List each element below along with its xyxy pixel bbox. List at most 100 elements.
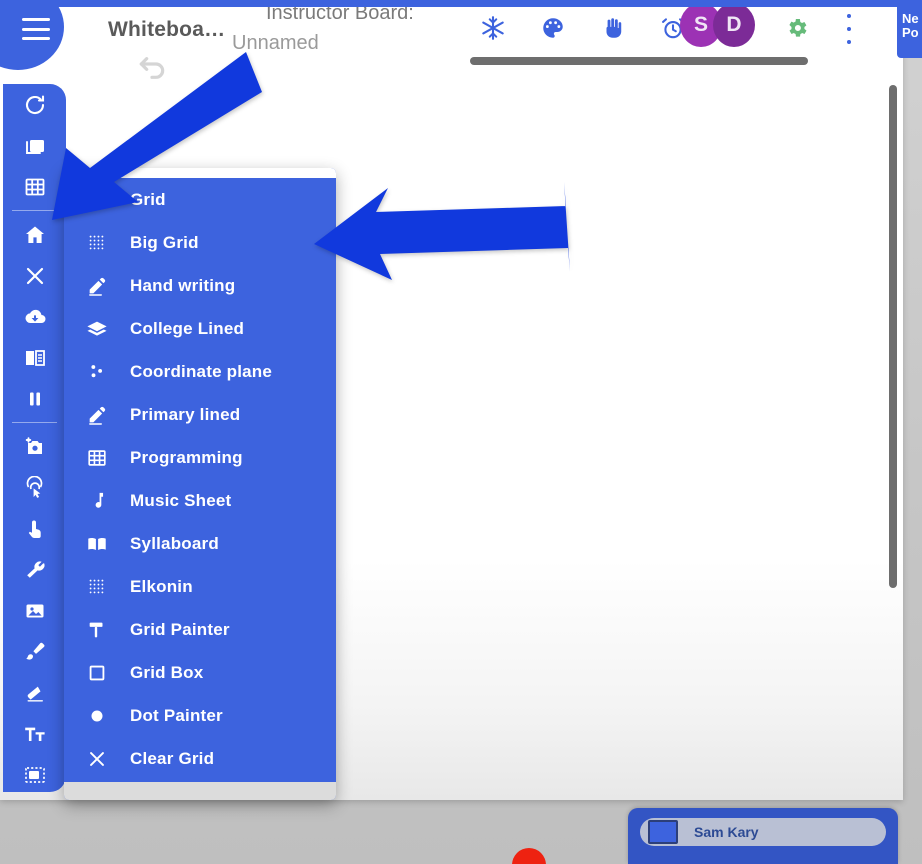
crop-image-icon [24, 766, 45, 783]
menu-item-college-lined[interactable]: College Lined [64, 307, 336, 350]
sidebar-item-close[interactable] [3, 255, 66, 296]
undo-icon[interactable] [132, 52, 172, 84]
participant-row[interactable]: Sam Kary [640, 818, 886, 846]
gear-icon[interactable] [785, 16, 809, 40]
touch-pointer-icon [26, 475, 42, 498]
app-header: Whiteboa… Instructor Board: Unnamed S D [0, 0, 903, 79]
avatar[interactable]: D [713, 3, 755, 47]
add-photo-icon [25, 436, 42, 454]
menu-item-label: Coordinate plane [130, 361, 273, 381]
side-panel-tab-line2: Po [902, 25, 919, 40]
sidebar-item-image[interactable] [3, 590, 66, 631]
menu-item-music-sheet[interactable]: Music Sheet [64, 479, 336, 522]
sidebar-item-brush[interactable] [3, 631, 66, 672]
open-book-icon [64, 533, 130, 555]
square-icon [64, 662, 130, 684]
freeze-icon[interactable] [480, 15, 506, 41]
sidebar-item-photo-library[interactable] [3, 125, 66, 166]
menu-item-label: Big Grid [130, 232, 199, 252]
menu-bottom-cap [64, 782, 336, 800]
sidebar-item-pause[interactable] [3, 378, 66, 419]
menu-item-hand-writing[interactable]: Hand writing [64, 264, 336, 307]
participant-name: Sam Kary [694, 824, 759, 840]
page-title: Whiteboa… [108, 18, 226, 41]
sidebar-item-grid[interactable] [3, 166, 66, 207]
scatter-dots-icon [64, 361, 130, 383]
hand-icon[interactable] [600, 15, 626, 41]
pause-icon [29, 392, 40, 405]
menu-item-label: Dot Painter [130, 705, 223, 725]
menu-item-dot-painter[interactable]: Dot Painter [64, 694, 336, 737]
refresh-icon [25, 94, 44, 114]
sidebar-item-cloud-download[interactable] [3, 296, 66, 337]
grid-icon [25, 178, 44, 195]
grid-type-menu: Grid Big Grid Hand writing College Lined… [64, 168, 336, 800]
photo-library-icon [25, 139, 44, 154]
participant-panel: Sam Kary [628, 808, 898, 864]
grid-type-menu-list: Grid Big Grid Hand writing College Lined… [64, 178, 336, 780]
music-note-icon [64, 490, 130, 512]
graduation-cap-icon [64, 318, 130, 340]
menu-item-label: Grid Painter [130, 619, 230, 639]
menu-item-programming[interactable]: Programming [64, 436, 336, 479]
sidebar-item-book[interactable] [3, 337, 66, 378]
color-swatch[interactable] [648, 820, 678, 844]
sidebar-item-refresh[interactable] [3, 84, 66, 125]
sidebar-item-touch-pointer[interactable] [3, 467, 66, 508]
vertical-scrollbar[interactable] [889, 85, 897, 588]
board-name: Unnamed [232, 32, 319, 54]
wrench-icon [26, 560, 45, 578]
circle-icon [64, 705, 130, 727]
menu-item-big-grid[interactable]: Big Grid [64, 221, 336, 264]
left-toolbar-list [3, 84, 66, 795]
home-icon [25, 226, 44, 243]
menu-item-label: Syllaboard [130, 533, 219, 553]
menu-item-grid[interactable]: Grid [64, 178, 336, 221]
menu-item-grid-box[interactable]: Grid Box [64, 651, 336, 694]
grid-icon [64, 189, 130, 211]
sidebar-item-crop-image[interactable] [3, 754, 66, 795]
participant-avatars: S D [680, 3, 755, 47]
menu-item-label: Grid [130, 189, 166, 209]
menu-item-label: Grid Box [130, 662, 204, 682]
grid-icon [64, 447, 130, 469]
menu-item-label: Hand writing [130, 275, 236, 295]
header-tool-group [480, 8, 686, 48]
toolbar-divider [12, 210, 57, 211]
brush-icon [25, 642, 44, 660]
menu-item-elkonin[interactable]: Elkonin [64, 565, 336, 608]
dot-grid-icon [64, 232, 130, 254]
close-icon [26, 267, 43, 284]
book-icon [25, 349, 45, 366]
image-icon [26, 604, 43, 617]
sidebar-item-tools[interactable] [3, 549, 66, 590]
horizontal-scrollbar[interactable] [470, 57, 808, 65]
app-root: Whiteboa… Instructor Board: Unnamed S D … [0, 0, 922, 864]
header-accent-strip [0, 0, 922, 7]
sidebar-item-eraser[interactable] [3, 672, 66, 713]
left-toolbar [3, 84, 66, 792]
menu-item-grid-painter[interactable]: Grid Painter [64, 608, 336, 651]
cloud-download-icon [24, 309, 45, 323]
sidebar-item-add-photo[interactable] [3, 426, 66, 467]
menu-item-clear-grid[interactable]: Clear Grid [64, 737, 336, 780]
side-panel-tab-line1: Ne [902, 11, 919, 26]
paint-roller-icon [64, 619, 130, 641]
menu-item-coordinate-plane[interactable]: Coordinate plane [64, 350, 336, 393]
menu-item-label: Primary lined [130, 404, 241, 424]
eraser-icon [27, 686, 43, 702]
menu-icon[interactable] [22, 18, 50, 40]
toolbar-divider [12, 422, 57, 423]
menu-top-cap [64, 168, 336, 178]
menu-item-syllaboard[interactable]: Syllaboard [64, 522, 336, 565]
palette-icon[interactable] [540, 15, 566, 41]
sidebar-item-text[interactable] [3, 713, 66, 754]
more-vertical-icon[interactable] [841, 14, 857, 44]
sidebar-item-touch-app[interactable] [3, 508, 66, 549]
menu-item-primary-lined[interactable]: Primary lined [64, 393, 336, 436]
close-icon [64, 748, 130, 770]
side-panel-tab[interactable]: Ne Po [897, 0, 922, 58]
sidebar-item-home[interactable] [3, 214, 66, 255]
dot-grid-icon [64, 576, 130, 598]
menu-item-label: Programming [130, 447, 243, 467]
